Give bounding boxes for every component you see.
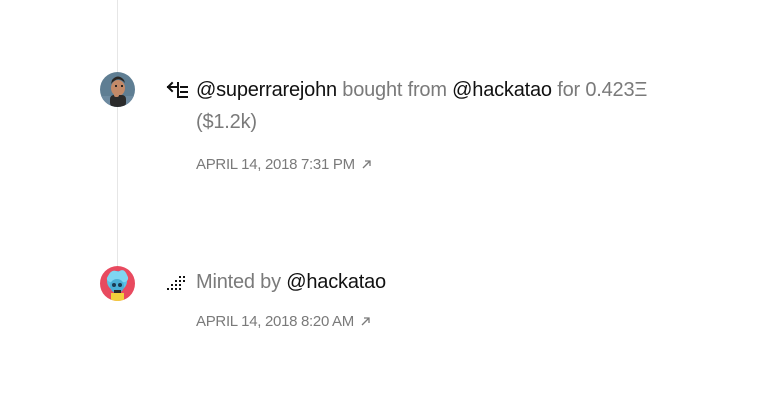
sale-timestamp: APRIL 14, 2018 7:31 PM xyxy=(196,156,355,173)
activity-timeline: @superrarejohn bought from @hackatao for… xyxy=(0,0,780,400)
sale-timestamp-link[interactable]: APRIL 14, 2018 7:31 PM xyxy=(196,156,372,173)
bought-from-text: bought from xyxy=(342,79,447,101)
timeline-line xyxy=(117,0,118,272)
sale-description: @superrarejohn bought from @hackatao for… xyxy=(196,74,736,138)
mint-timestamp-link[interactable]: APRIL 14, 2018 8:20 AM xyxy=(196,313,371,330)
buyer-link[interactable]: @superrarejohn xyxy=(196,79,337,101)
transfer-arrow-icon xyxy=(165,78,189,102)
external-link-arrow-icon xyxy=(362,160,371,169)
minter-link[interactable]: @hackatao xyxy=(286,271,386,293)
mint-timestamp: APRIL 14, 2018 8:20 AM xyxy=(196,313,354,330)
usd-price-text: ($1.2k) xyxy=(196,111,257,133)
mint-sparkle-icon xyxy=(165,271,189,295)
external-link-arrow-icon xyxy=(361,317,370,326)
price-text: for 0.423Ξ xyxy=(557,79,648,101)
mint-description: Minted by @hackatao xyxy=(196,266,736,298)
minted-by-text: Minted by xyxy=(196,271,281,293)
avatar-hackatao[interactable] xyxy=(100,266,135,301)
seller-link[interactable]: @hackatao xyxy=(452,79,552,101)
avatar-superrarejohn[interactable] xyxy=(100,72,135,107)
